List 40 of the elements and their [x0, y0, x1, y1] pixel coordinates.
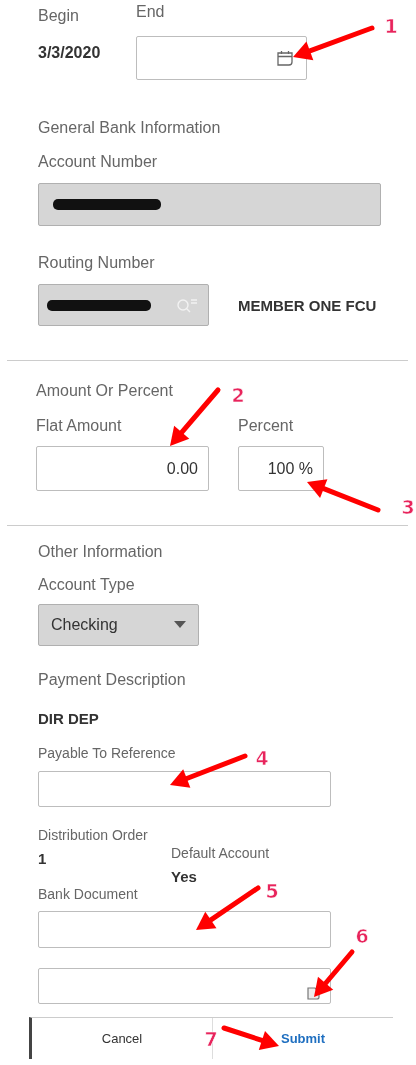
callout-number: 6	[355, 925, 369, 947]
field-label: Flat Amount	[36, 416, 122, 436]
bank-document-field[interactable]	[38, 911, 331, 948]
field-label: Default Account	[171, 844, 270, 863]
routing-number-field[interactable]	[38, 284, 209, 326]
percent-field[interactable]: 100 %	[238, 446, 324, 491]
bank-name: MEMBER ONE FCU	[238, 296, 377, 314]
field-label: Payment Description	[38, 670, 186, 690]
callout-number: 1	[384, 15, 398, 37]
date-field[interactable]	[136, 36, 307, 80]
field-label: Percent	[238, 416, 294, 436]
account-number-field[interactable]	[38, 183, 381, 226]
callout-number: 3	[401, 496, 415, 518]
calendar-icon[interactable]	[276, 49, 294, 67]
flat-amount-field[interactable]: 0.00	[36, 446, 209, 491]
field-label: Bank Document	[38, 885, 138, 904]
callout-number: 5	[265, 880, 279, 902]
field-value: 1	[38, 850, 47, 867]
field-label: End	[136, 2, 165, 22]
section-heading: Other Information	[38, 542, 163, 562]
field-label: Payable To Reference	[38, 744, 176, 763]
field-label: Begin	[38, 6, 79, 26]
caret-icon[interactable]	[174, 621, 186, 629]
field-label: Distribution Order	[38, 826, 148, 845]
callout-number: 4	[255, 747, 269, 769]
section-heading: General Bank Information	[38, 118, 221, 138]
callout-number: 2	[231, 384, 245, 406]
arrow	[314, 949, 355, 997]
field-value: DIR DEP	[38, 710, 99, 727]
field-label: Account Type	[38, 575, 135, 595]
field-label: Routing Number	[38, 253, 155, 273]
payable-to-reference-field[interactable]	[38, 771, 331, 807]
account-type-dropdown[interactable]: Checking	[38, 604, 199, 646]
arrow	[221, 1025, 279, 1050]
section-heading: Amount Or Percent	[36, 381, 173, 401]
field-label: Account Number	[38, 152, 158, 172]
field-value: Yes	[171, 868, 197, 885]
date-value: 3/3/2020	[38, 44, 101, 62]
arrow	[196, 885, 261, 930]
file-upload-field[interactable]	[38, 968, 331, 1004]
